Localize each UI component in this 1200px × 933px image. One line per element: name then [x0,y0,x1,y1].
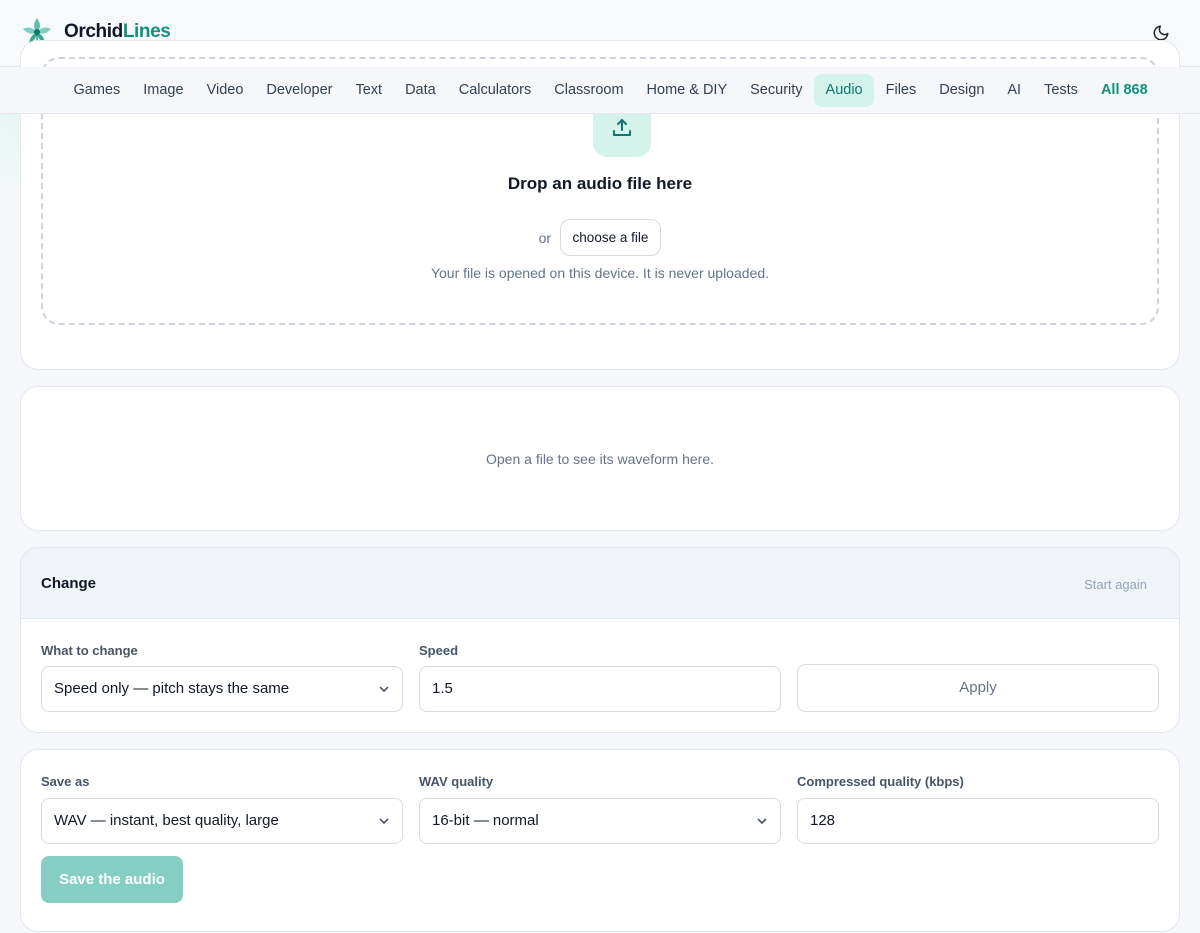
save-audio-button[interactable]: Save the audio [41,856,183,903]
waveform-placeholder: Open a file to see its waveform here. [486,451,714,467]
nav-item-tests[interactable]: Tests [1033,74,1090,107]
nav-item-all-868[interactable]: All 868 [1089,74,1159,107]
what-to-change-select[interactable]: Speed only — pitch stays the same [41,666,403,712]
nav-item-developer[interactable]: Developer [255,74,344,107]
or-text: or [538,229,552,246]
compressed-quality-value: 128 [810,812,836,829]
privacy-note: Your file is opened on this device. It i… [430,265,770,281]
nav-item-audio[interactable]: Audio [814,74,875,107]
what-to-change-label: What to change [41,643,138,658]
nav-item-home-diy[interactable]: Home & DIY [635,74,739,107]
nav-item-classroom[interactable]: Classroom [543,74,635,107]
speed-label: Speed [419,643,459,658]
waveform-card: Open a file to see its waveform here. [20,386,1180,531]
nav-item-image[interactable]: Image [132,74,195,107]
nav-item-security[interactable]: Security [739,74,814,107]
save-card: Save as WAV — instant, best quality, lar… [20,749,1180,932]
nav-item-text[interactable]: Text [344,74,394,107]
dropzone-title: Drop an audio file here [507,174,693,193]
speed-input[interactable]: 1.5 [419,666,781,712]
nav-item-design[interactable]: Design [928,74,996,107]
category-nav: Games Image Video Developer Text Data Calculat… [0,67,1200,114]
compressed-quality-input[interactable]: 128 [797,798,1159,844]
nav-item-games[interactable]: Games [62,74,132,107]
wav-quality-label: WAV quality [419,774,494,789]
chevron-down-icon [379,818,389,824]
nav-item-ai[interactable]: AI [996,74,1033,107]
start-again-button[interactable]: Start again [1084,577,1147,592]
nav-item-files[interactable]: Files [874,74,928,107]
save-as-value: WAV — instant, best quality, large [54,812,279,829]
choose-file-button[interactable]: choose a file [559,219,662,256]
compressed-quality-label: Compressed quality (kbps) [797,774,964,789]
apply-button[interactable]: Apply [797,664,1159,712]
nav-item-calculators[interactable]: Calculators [447,74,543,107]
chevron-down-icon [757,818,767,824]
nav-item-data[interactable]: Data [394,74,448,107]
chevron-down-icon [379,686,389,692]
wav-quality-value: 16-bit — normal [432,812,539,829]
save-as-select[interactable]: WAV — instant, best quality, large [41,798,403,844]
dropzone-choose-row: or choose a file [43,219,1157,256]
category-nav-list: Games Image Video Developer Text Data Calculat… [62,74,1159,107]
nav-item-video[interactable]: Video [195,74,255,107]
change-card: Change Start again What to change Speed … [20,547,1180,733]
speed-value: 1.5 [432,680,453,697]
save-as-label: Save as [41,774,90,789]
change-title: Change [41,575,97,592]
change-header: Change Start again [21,548,1179,619]
what-to-change-value: Speed only — pitch stays the same [54,680,290,697]
wav-quality-select[interactable]: 16-bit — normal [419,798,781,844]
